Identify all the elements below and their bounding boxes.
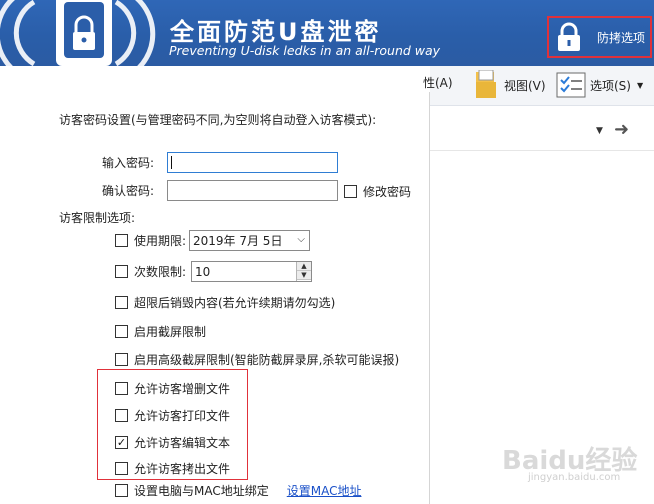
option-label: 启用高级截屏限制(智能防截屏录屏,杀软可能误报)	[134, 352, 400, 367]
banner-subtitle: Preventing U-disk ledks in an all-round …	[169, 43, 441, 58]
option-label: 设置电脑与MAC地址绑定	[134, 483, 269, 498]
usb-lock-icon	[56, 0, 112, 66]
options-label: 选项(S)	[590, 78, 631, 93]
expiry-date-value: 2019年 7月 5日	[193, 234, 283, 248]
count-checkbox[interactable]	[115, 264, 128, 278]
dialog-heading: 访客密码设置(与管理密码不同,为空则将自动登入访客模式):	[59, 112, 377, 127]
password-label: 输入密码:	[102, 155, 155, 170]
properties-label: 性(A)	[423, 76, 453, 90]
option-label: 超限后销毁内容(若允许续期请勿勾选)	[134, 295, 336, 310]
modify-password-checkbox[interactable]	[344, 184, 357, 198]
protect-options-label: 防拷选项	[597, 30, 646, 45]
option-checkbox[interactable]	[115, 483, 128, 497]
stepper-up-icon[interactable]: ▲	[297, 262, 311, 271]
checklist-icon	[556, 72, 586, 98]
text-caret	[171, 156, 172, 169]
password-input[interactable]	[167, 152, 338, 173]
option-checkbox[interactable]	[115, 295, 128, 309]
address-dropdown-icon[interactable]: ▼	[596, 126, 603, 136]
set-mac-address-link[interactable]: 设置MAC地址	[287, 482, 362, 499]
address-bar: ▼ ➜	[430, 115, 654, 151]
confirm-label: 确认密码:	[102, 183, 155, 198]
restrictions-heading: 访客限制选项:	[59, 210, 136, 225]
modify-password-label: 修改密码	[363, 184, 412, 199]
count-stepper[interactable]: 10 ▲ ▼	[191, 261, 312, 282]
option-row[interactable]: 启用截屏限制	[115, 320, 206, 342]
app-banner: 全面防范U盘泄密 Preventing U-disk ledks in an a…	[0, 0, 654, 66]
view-label: 视图(V)	[504, 78, 546, 93]
count-option[interactable]: 次数限制:	[115, 260, 186, 282]
stepper-buttons[interactable]: ▲ ▼	[296, 262, 311, 281]
chevron-down-icon: ⌵	[297, 234, 305, 245]
expiry-option[interactable]: 使用期限:	[115, 229, 186, 251]
option-row[interactable]: 超限后销毁内容(若允许续期请勿勾选)	[115, 291, 335, 313]
options-dropdown-icon[interactable]: ▼	[637, 81, 643, 90]
go-arrow-icon[interactable]: ➜	[614, 119, 629, 140]
copy-protection-options-button[interactable]: 防拷选项	[547, 16, 652, 58]
expiry-label: 使用期限:	[134, 233, 187, 248]
lock-icon	[558, 22, 580, 51]
option-row[interactable]: 启用高级截屏限制(智能防截屏录屏,杀软可能误报)	[115, 348, 399, 370]
option-checkbox[interactable]	[115, 352, 128, 366]
option-checkbox[interactable]	[115, 324, 128, 338]
properties-menu[interactable]: 性(A)	[423, 74, 453, 91]
guest-permissions-highlight	[97, 369, 248, 480]
count-label: 次数限制:	[134, 264, 187, 279]
options-menu[interactable]: 选项(S) ▼	[556, 72, 643, 98]
option-row[interactable]: 设置电脑与MAC地址绑定 设置MAC地址	[115, 479, 361, 501]
banner-title: 全面防范U盘泄密	[170, 18, 382, 46]
confirm-password-input[interactable]	[167, 180, 338, 201]
option-label: 启用截屏限制	[134, 324, 207, 339]
view-menu[interactable]: 视图(V)	[474, 70, 546, 100]
folder-view-icon	[476, 70, 496, 98]
modify-password-option[interactable]: 修改密码	[344, 180, 411, 202]
watermark-subtext: jingyan.baidu.com	[528, 472, 621, 483]
expiry-date-picker[interactable]: 2019年 7月 5日 ⌵	[189, 230, 310, 251]
expiry-checkbox[interactable]	[115, 233, 128, 247]
explorer-toolbar: 性(A) 视图(V) 选项(S) ▼	[423, 66, 654, 106]
stepper-down-icon[interactable]: ▼	[297, 271, 311, 280]
count-value: 10	[195, 264, 211, 279]
